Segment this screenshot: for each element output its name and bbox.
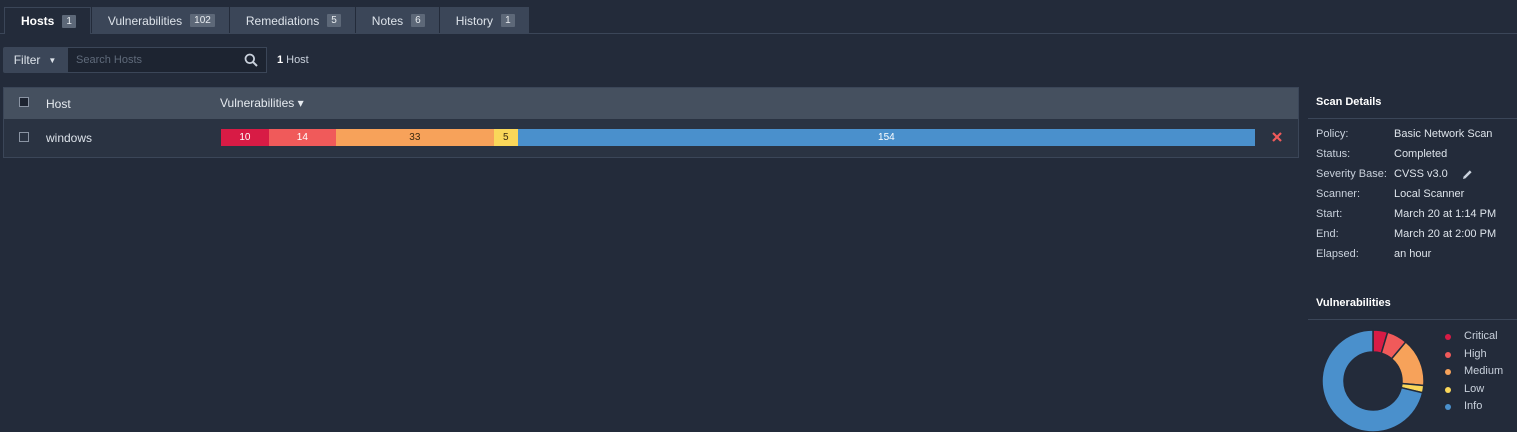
legend-label: High — [1464, 347, 1487, 360]
detail-key: Status: — [1316, 148, 1351, 160]
legend-item-medium[interactable]: Medium — [1444, 365, 1514, 383]
severity-segment-low[interactable]: 5 — [493, 129, 518, 146]
host-count-label: Host — [286, 54, 309, 66]
severity-segment-high[interactable]: 14 — [268, 129, 336, 146]
detail-value: Local Scanner — [1394, 188, 1465, 200]
filter-button[interactable]: Filter ▼ — [3, 47, 67, 73]
tab-count-badge: 1 — [501, 14, 515, 27]
chart-legend: Critical High Medium Low Info — [1444, 330, 1514, 418]
detail-value: CVSS v3.0 — [1394, 168, 1448, 180]
host-name[interactable]: windows — [46, 131, 92, 145]
detail-row-policy: Policy: Basic Network Scan — [1316, 128, 1516, 148]
detail-value: Basic Network Scan — [1394, 128, 1493, 140]
search-input[interactable] — [68, 54, 238, 66]
tab-notes[interactable]: Notes 6 — [355, 7, 439, 34]
table-header: Host Vulnerabilities ▾ — [4, 88, 1298, 119]
severity-segment-critical[interactable]: 10 — [221, 129, 269, 146]
tab-label: Remediations — [245, 13, 320, 28]
legend-item-high[interactable]: High — [1444, 348, 1514, 366]
legend-label: Critical — [1464, 330, 1498, 342]
detail-key: Scanner: — [1316, 188, 1361, 200]
scan-details-title: Scan Details — [1316, 96, 1382, 108]
host-count: 1 Host — [277, 54, 309, 66]
legend-dot — [1445, 351, 1451, 358]
table-row[interactable]: windows 10 14 33 5 154 — [4, 119, 1298, 157]
legend-dot — [1445, 334, 1451, 340]
caret-down-icon: ▼ — [48, 55, 57, 65]
divider — [1308, 319, 1517, 320]
detail-row-start: Start: March 20 at 1:14 PM — [1316, 208, 1516, 228]
tab-count-badge: 102 — [190, 14, 215, 27]
pencil-icon[interactable] — [1462, 169, 1473, 180]
detail-value: March 20 at 1:14 PM — [1394, 208, 1497, 220]
detail-value: an hour — [1394, 248, 1432, 260]
search-box — [67, 47, 267, 73]
detail-row-severity-base: Severity Base: CVSS v3.0 — [1316, 168, 1516, 188]
legend-dot — [1445, 369, 1451, 375]
tab-vulnerabilities[interactable]: Vulnerabilities 102 — [91, 7, 229, 34]
filter-label: Filter — [13, 53, 41, 67]
tab-remediations[interactable]: Remediations 5 — [229, 7, 355, 34]
severity-bar[interactable]: 10 14 33 5 154 — [221, 129, 1255, 146]
detail-value: March 20 at 2:00 PM — [1394, 228, 1497, 240]
legend-item-critical[interactable]: Critical — [1444, 330, 1514, 348]
tab-label: Notes — [371, 13, 404, 28]
severity-segment-info[interactable]: 154 — [517, 129, 1255, 146]
detail-key: Policy: — [1316, 128, 1349, 140]
detail-key: End: — [1316, 228, 1339, 240]
detail-row-scanner: Scanner: Local Scanner — [1316, 188, 1516, 208]
legend-item-low[interactable]: Low — [1444, 383, 1514, 401]
search-icon[interactable] — [244, 53, 258, 67]
detail-value: Completed — [1394, 148, 1448, 160]
legend-label: Low — [1464, 382, 1485, 395]
scan-details: Policy: Basic Network Scan Status: Compl… — [1316, 128, 1516, 268]
tab-label: Vulnerabilities — [107, 13, 183, 28]
host-count-number: 1 — [277, 54, 284, 66]
tab-bar: Hosts 1 Vulnerabilities 102 Remediations… — [0, 0, 1517, 34]
hosts-table: Host Vulnerabilities ▾ windows 10 14 33 … — [3, 87, 1299, 158]
select-all-checkbox[interactable] — [19, 97, 29, 107]
tab-history[interactable]: History 1 — [439, 7, 529, 34]
detail-row-elapsed: Elapsed: an hour — [1316, 248, 1516, 268]
tab-label: Hosts — [21, 14, 55, 28]
legend-dot — [1445, 386, 1451, 393]
severity-segment-medium[interactable]: 33 — [335, 129, 494, 146]
tab-count-badge: 6 — [411, 14, 425, 27]
tab-count-badge: 1 — [62, 14, 76, 28]
column-vulnerabilities[interactable]: Vulnerabilities ▾ — [220, 96, 304, 110]
tab-hosts[interactable]: Hosts 1 — [4, 7, 91, 34]
tab-count-badge: 5 — [327, 14, 341, 27]
close-icon[interactable] — [1270, 130, 1284, 144]
legend-item-info[interactable]: Info — [1444, 400, 1514, 418]
vulnerabilities-title: Vulnerabilities — [1316, 297, 1391, 309]
tab-label: History — [455, 13, 494, 28]
vulnerabilities-donut-chart[interactable] — [1320, 328, 1426, 432]
detail-key: Severity Base: — [1316, 168, 1387, 180]
detail-key: Elapsed: — [1316, 248, 1359, 260]
detail-row-end: End: March 20 at 2:00 PM — [1316, 228, 1516, 248]
legend-label: Medium — [1464, 365, 1504, 377]
detail-key: Start: — [1316, 208, 1343, 220]
detail-row-status: Status: Completed — [1316, 148, 1516, 168]
divider — [1308, 118, 1517, 119]
legend-dot — [1445, 404, 1451, 410]
column-host[interactable]: Host — [46, 97, 71, 111]
legend-label: Info — [1464, 400, 1483, 412]
row-checkbox[interactable] — [19, 132, 29, 142]
